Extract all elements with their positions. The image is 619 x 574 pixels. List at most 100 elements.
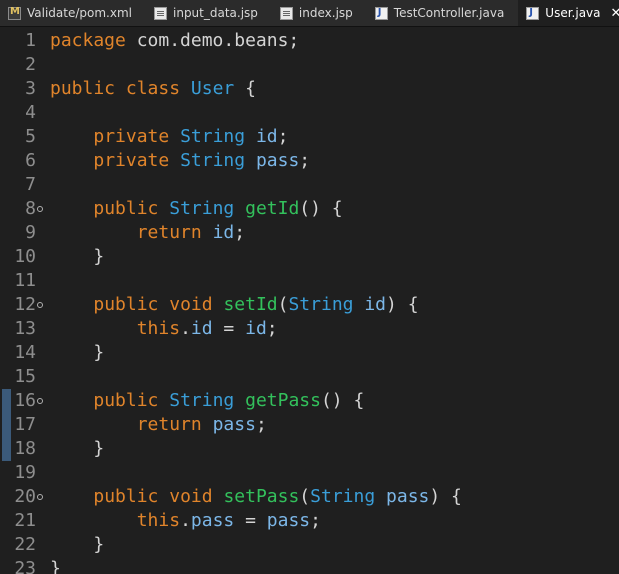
line-number: 8 — [25, 198, 36, 219]
jsp-file-icon — [154, 6, 167, 20]
code-line[interactable]: public void setPass(String pass) { — [50, 485, 619, 509]
code-line[interactable]: } — [50, 245, 619, 269]
editor-tab-bar: Validate/pom.xml input_data.jsp index.jsp T… — [0, 0, 619, 27]
code-line[interactable]: return id; — [50, 221, 619, 245]
code-line[interactable] — [50, 173, 619, 197]
code-token: = — [234, 510, 267, 531]
code-token: User — [190, 78, 235, 99]
code-token: } — [50, 342, 105, 363]
code-token: String — [310, 486, 376, 507]
code-token: public — [93, 486, 159, 507]
code-token: ) { — [429, 486, 462, 507]
line-number: 1 — [25, 30, 36, 51]
code-line[interactable]: } — [50, 341, 619, 365]
code-token: pass — [190, 510, 235, 531]
code-token: ; — [234, 222, 246, 243]
code-token: setId — [223, 294, 278, 315]
line-number: 12 — [14, 294, 36, 315]
code-line[interactable]: } — [50, 437, 619, 461]
line-number: 15 — [14, 366, 36, 387]
line-number: 11 — [14, 270, 36, 291]
code-line[interactable]: package com.demo.beans; — [50, 29, 619, 53]
xml-file-icon — [8, 6, 21, 20]
code-token: setPass — [223, 486, 300, 507]
code-line[interactable] — [50, 461, 619, 485]
code-line[interactable] — [50, 269, 619, 293]
code-line[interactable]: public String getPass() { — [50, 389, 619, 413]
code-line[interactable]: return pass; — [50, 413, 619, 437]
tab-input-data-jsp[interactable]: input_data.jsp — [146, 0, 272, 26]
code-token: = — [212, 318, 246, 339]
tab-validate-pom-xml[interactable]: Validate/pom.xml — [0, 0, 146, 26]
line-number: 5 — [25, 126, 36, 147]
code-token: return — [136, 414, 202, 435]
code-token: String — [180, 126, 246, 147]
code-token: void — [169, 294, 213, 315]
code-line[interactable]: private String id; — [50, 125, 619, 149]
code-line[interactable]: this.id = id; — [50, 317, 619, 341]
code-token: String — [169, 390, 235, 411]
tab-label: User.java — [545, 6, 601, 20]
code-token: . — [180, 318, 191, 339]
code-line[interactable]: } — [50, 557, 619, 574]
fold-toggle-icon[interactable] — [37, 302, 43, 308]
code-line[interactable]: public class User { — [50, 77, 619, 101]
line-number: 18 — [14, 438, 36, 459]
code-token: { — [234, 78, 256, 99]
fold-toggle-icon[interactable] — [37, 206, 43, 212]
code-token: } — [50, 534, 105, 555]
tab-label: Validate/pom.xml — [27, 6, 132, 20]
code-token: } — [50, 558, 61, 574]
code-line[interactable]: this.pass = pass; — [50, 509, 619, 533]
code-line[interactable]: private String pass; — [50, 149, 619, 173]
code-token: String — [288, 294, 354, 315]
tab-user-java[interactable]: User.java ✕ — [518, 0, 619, 26]
jsp-file-icon — [279, 6, 293, 20]
code-line[interactable] — [50, 101, 619, 125]
close-tab-icon[interactable]: ✕ — [611, 6, 619, 21]
code-line[interactable]: public void setId(String id) { — [50, 293, 619, 317]
tab-testcontroller-java[interactable]: TestController.java — [367, 0, 519, 26]
code-token: com.demo.beans; — [125, 30, 300, 51]
line-number: 4 — [25, 102, 36, 123]
tab-label: index.jsp — [298, 6, 353, 20]
code-token: public — [93, 198, 159, 219]
code-line[interactable] — [50, 53, 619, 77]
fold-toggle-icon[interactable] — [37, 398, 43, 404]
tab-index-jsp[interactable]: index.jsp — [272, 0, 367, 26]
code-token: public — [93, 294, 159, 315]
code-token: pass — [212, 414, 256, 435]
line-number: 16 — [14, 390, 36, 411]
line-number: 3 — [25, 78, 36, 99]
line-number: 17 — [14, 414, 36, 435]
line-number: 7 — [25, 174, 36, 195]
code-line[interactable]: } — [50, 533, 619, 557]
code-editor[interactable]: 1 2 3 4 5 6 7 8 9 10 11 12 13 14 15 16 17 18 19 20 21 22 23 pa… — [0, 27, 619, 574]
code-token: public — [50, 78, 116, 99]
code-line[interactable]: public String getId() { — [50, 197, 619, 221]
code-line[interactable] — [50, 365, 619, 389]
code-token: ( — [299, 486, 311, 507]
line-number: 22 — [14, 534, 36, 555]
fold-toggle-icon[interactable] — [37, 494, 43, 500]
code-token: package — [50, 30, 126, 51]
